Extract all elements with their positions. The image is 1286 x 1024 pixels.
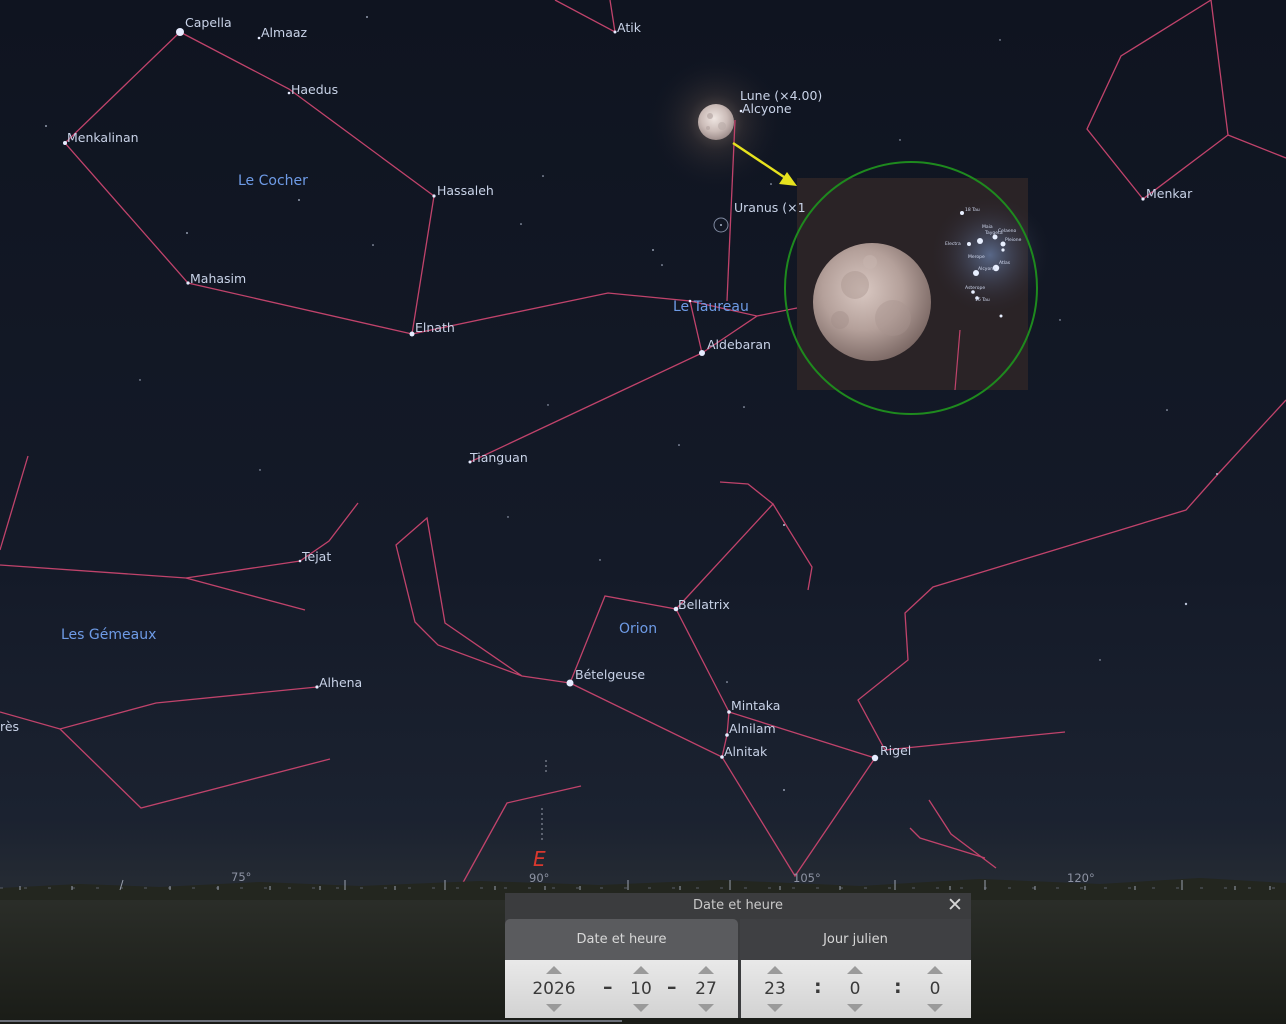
label-alcyone: Alcyone	[742, 101, 792, 116]
label-almaaz: Almaaz	[261, 25, 308, 40]
label-hassaleh: Hassaleh	[437, 183, 494, 198]
minute-increment-icon[interactable]	[847, 966, 863, 974]
azimuth-label-90: 90°	[529, 871, 549, 885]
tab-date-time[interactable]: Date et heure	[505, 919, 738, 960]
minute-decrement-icon[interactable]	[847, 1004, 863, 1012]
time-separator: :	[894, 976, 902, 998]
label-mintaka: Mintaka	[731, 698, 780, 713]
inset-label-pleione: Pleione	[1005, 237, 1022, 243]
day-value[interactable]: 27	[676, 979, 736, 999]
label-alnitak: Alnitak	[724, 744, 768, 759]
time-separator: :	[814, 976, 822, 998]
month-value[interactable]: 10	[611, 979, 671, 999]
label-alnilam: Alnilam	[729, 721, 776, 736]
minute-spinbox[interactable]: 0	[825, 960, 885, 1018]
moon-inset: 18 Tau Maia Taygeta Electra Celaeno Mero…	[784, 161, 1050, 415]
label-elnath: Elnath	[415, 320, 455, 335]
cardinal-east: E	[533, 847, 546, 871]
azimuth-label-120: 120°	[1067, 871, 1095, 885]
dialog-title: Date et heure	[693, 898, 783, 913]
moon[interactable]	[698, 104, 734, 140]
label-menkalinan: Menkalinan	[67, 130, 139, 145]
day-decrement-icon[interactable]	[698, 1004, 714, 1012]
label-gemini: Les Gémeaux	[61, 627, 156, 643]
uranus-dot	[720, 224, 722, 226]
minute-value[interactable]: 0	[825, 979, 885, 999]
day-increment-icon[interactable]	[698, 966, 714, 974]
inset-label-electra: Electra	[945, 241, 961, 247]
hour-decrement-icon[interactable]	[767, 1004, 783, 1012]
inset-label-asterope: Asterope	[965, 285, 985, 291]
label-capella: Capella	[185, 15, 232, 30]
time-panel: 23 : 0 : 0	[741, 960, 971, 1018]
hour-value[interactable]: 23	[745, 979, 805, 999]
label-orion: Orion	[619, 621, 657, 637]
azimuth-label-75: 75°	[231, 870, 251, 884]
close-icon[interactable]: ✕	[945, 895, 965, 915]
second-value[interactable]: 0	[905, 979, 965, 999]
label-mahasim: Mahasim	[190, 271, 246, 286]
month-spinbox[interactable]: 10	[611, 960, 671, 1018]
label-betelgeuse: Bételgeuse	[575, 667, 645, 682]
inset-label-celaeno: Celaeno	[998, 228, 1017, 234]
label-rigel: Rigel	[880, 743, 911, 758]
label-ceres: rès	[0, 719, 19, 734]
month-increment-icon[interactable]	[633, 966, 649, 974]
label-auriga: Le Cocher	[238, 173, 308, 189]
date-panel: 2026 – 10 – 27	[505, 960, 738, 1018]
label-haedus: Haedus	[291, 82, 338, 97]
sky-view[interactable]: 18 Tau Maia Taygeta Electra Celaeno Mero…	[0, 0, 1286, 1024]
label-tejat: Tejat	[301, 549, 331, 564]
azimuth-label-105: 105°	[793, 871, 821, 885]
inset-label-maia: Maia	[982, 224, 993, 230]
label-alhena: Alhena	[319, 675, 362, 690]
inset-label-18tau: 18 Tau	[965, 207, 980, 213]
month-decrement-icon[interactable]	[633, 1004, 649, 1012]
inset-label-alcyone: Alcyone	[978, 266, 996, 272]
inset-label-merope: Merope	[968, 254, 985, 260]
second-decrement-icon[interactable]	[927, 1004, 943, 1012]
year-value[interactable]: 2026	[524, 979, 584, 999]
label-menkar: Menkar	[1146, 186, 1193, 201]
hour-increment-icon[interactable]	[767, 966, 783, 974]
label-bellatrix: Bellatrix	[678, 597, 730, 612]
label-tianguan: Tianguan	[469, 450, 528, 465]
constellation-labels: Le Cocher Le Taureau Les Gémeaux Orion	[61, 173, 749, 643]
label-uranus: Uranus (×1	[734, 200, 806, 215]
named-stars	[63, 28, 1145, 762]
year-spinbox[interactable]: 2026	[524, 960, 584, 1018]
hour-spinbox[interactable]: 23	[745, 960, 805, 1018]
label-aldebaran: Aldebaran	[707, 337, 771, 352]
year-decrement-icon[interactable]	[546, 1004, 562, 1012]
inset-label-16tau: 16 Tau	[975, 297, 990, 303]
date-time-dialog: Date et heure ✕ Date et heure Jour julie…	[505, 893, 971, 1018]
label-taurus: Le Taureau	[673, 299, 749, 315]
label-atik: Atik	[617, 20, 642, 35]
second-spinbox[interactable]: 0	[905, 960, 965, 1018]
second-increment-icon[interactable]	[927, 966, 943, 974]
tab-julian-day[interactable]: Jour julien	[740, 919, 971, 960]
day-spinbox[interactable]: 27	[676, 960, 736, 1018]
constellation-lines	[0, 0, 1286, 889]
year-increment-icon[interactable]	[546, 966, 562, 974]
inset-label-atlas: Atlas	[999, 260, 1011, 266]
